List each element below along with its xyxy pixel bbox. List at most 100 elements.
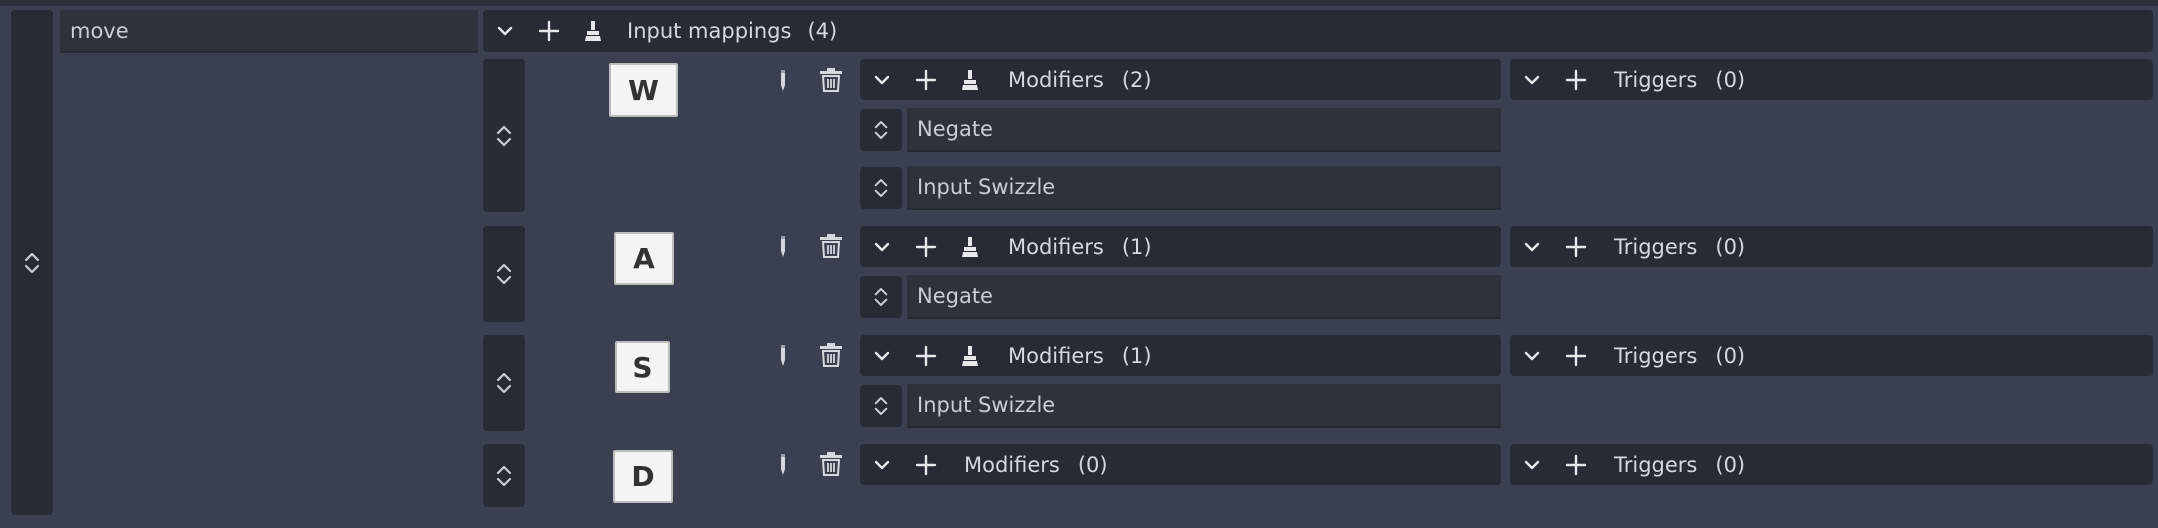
add-modifier-button[interactable] <box>904 226 948 267</box>
collapse-triggers-button[interactable] <box>1510 226 1554 267</box>
chevron-down-icon <box>1524 242 1540 251</box>
action-drag-handle[interactable] <box>11 10 53 515</box>
mapping-drag-handle-a[interactable] <box>483 226 525 322</box>
modifier-field[interactable]: Negate <box>907 108 1501 152</box>
modifiers-label: Modifiers <box>1008 234 1104 259</box>
pencil-icon <box>781 345 785 366</box>
clear-modifiers-button[interactable] <box>948 335 992 376</box>
key-label: A <box>633 242 655 275</box>
broom-icon <box>585 21 601 41</box>
edit-mapping-button-d[interactable] <box>770 452 796 478</box>
collapse-modifiers-button[interactable] <box>860 59 904 100</box>
triggers-count: (0) <box>1715 234 1746 259</box>
collapse-modifiers-button[interactable] <box>860 444 904 485</box>
modifiers-header-d: Modifiers (0) <box>860 444 1501 485</box>
collapse-triggers-button[interactable] <box>1510 335 1554 376</box>
modifier-drag-handle[interactable] <box>860 109 902 151</box>
input-mappings-count: (4) <box>807 19 838 43</box>
delete-mapping-button-s[interactable] <box>816 341 846 369</box>
drag-updown-icon <box>874 288 888 306</box>
drag-updown-icon <box>496 372 512 394</box>
add-modifier-button[interactable] <box>904 335 948 376</box>
key-label: W <box>628 73 659 107</box>
delete-mapping-button-w[interactable] <box>816 66 846 94</box>
modifier-field[interactable]: Input Swizzle <box>907 166 1501 210</box>
key-button-d[interactable]: D <box>613 450 673 503</box>
collapse-triggers-button[interactable] <box>1510 59 1554 100</box>
key-button-w[interactable]: W <box>609 63 678 117</box>
trash-icon <box>820 68 842 92</box>
chevron-down-icon <box>1524 351 1540 360</box>
chevron-down-icon <box>874 75 890 84</box>
add-modifier-button[interactable] <box>904 444 948 485</box>
delete-mapping-button-d[interactable] <box>816 450 846 478</box>
pencil-icon <box>781 70 785 91</box>
plus-icon <box>915 236 937 257</box>
add-trigger-button[interactable] <box>1554 59 1598 100</box>
chevron-down-icon <box>874 460 890 469</box>
modifiers-label: Modifiers <box>964 452 1060 477</box>
triggers-label: Triggers <box>1614 234 1698 259</box>
modifiers-count: (1) <box>1121 343 1152 368</box>
collapse-modifiers-button[interactable] <box>860 335 904 376</box>
modifiers-count: (0) <box>1077 452 1108 477</box>
add-trigger-button[interactable] <box>1554 226 1598 267</box>
clear-mappings-button[interactable] <box>571 10 615 52</box>
chevron-down-icon <box>874 242 890 251</box>
key-button-s[interactable]: S <box>615 341 670 393</box>
input-mappings-label: Input mappings <box>627 19 792 43</box>
plus-icon <box>915 454 937 475</box>
edit-mapping-button-w[interactable] <box>770 68 796 94</box>
delete-mapping-button-a[interactable] <box>816 232 846 260</box>
drag-updown-icon <box>496 465 512 486</box>
trash-icon <box>820 234 842 258</box>
collapse-triggers-button[interactable] <box>1510 444 1554 485</box>
plus-icon <box>1565 454 1587 475</box>
edit-mapping-button-s[interactable] <box>770 343 796 369</box>
trash-icon <box>820 452 842 476</box>
triggers-count: (0) <box>1715 343 1746 368</box>
chevron-down-icon <box>874 351 890 360</box>
action-name-field[interactable]: move <box>60 10 478 53</box>
modifier-drag-handle[interactable] <box>860 276 902 318</box>
clear-modifiers-button[interactable] <box>948 59 992 100</box>
key-button-a[interactable]: A <box>614 232 674 285</box>
triggers-header-d: Triggers (0) <box>1510 444 2153 485</box>
input-mappings-header: Input mappings (4) <box>483 10 2153 52</box>
modifiers-label: Modifiers <box>1008 343 1104 368</box>
modifier-drag-handle[interactable] <box>860 167 902 209</box>
clear-modifiers-button[interactable] <box>948 226 992 267</box>
drag-updown-icon <box>24 252 40 273</box>
modifier-field[interactable]: Negate <box>907 275 1501 319</box>
drag-updown-icon <box>874 121 888 139</box>
key-label: D <box>631 460 655 493</box>
add-trigger-button[interactable] <box>1554 444 1598 485</box>
collapse-mappings-button[interactable] <box>483 10 527 52</box>
triggers-label: Triggers <box>1614 67 1698 92</box>
triggers-label: Triggers <box>1614 452 1698 477</box>
add-mapping-button[interactable] <box>527 10 571 52</box>
broom-icon <box>962 236 978 257</box>
edit-mapping-button-a[interactable] <box>770 234 796 260</box>
drag-updown-icon <box>496 263 512 285</box>
modifier-field[interactable]: Input Swizzle <box>907 384 1501 428</box>
modifiers-header-a: Modifiers (1) <box>860 226 1501 267</box>
add-trigger-button[interactable] <box>1554 335 1598 376</box>
triggers-label: Triggers <box>1614 343 1698 368</box>
add-modifier-button[interactable] <box>904 59 948 100</box>
plus-icon <box>538 20 560 42</box>
collapse-modifiers-button[interactable] <box>860 226 904 267</box>
pencil-icon <box>781 236 785 257</box>
plus-icon <box>1565 345 1587 366</box>
mapping-drag-handle-d[interactable] <box>483 444 525 507</box>
mapping-drag-handle-s[interactable] <box>483 335 525 431</box>
mapping-drag-handle-w[interactable] <box>483 59 525 212</box>
triggers-count: (0) <box>1715 452 1746 477</box>
plus-icon <box>915 69 937 90</box>
modifier-drag-handle[interactable] <box>860 385 902 427</box>
key-label: S <box>632 350 653 384</box>
chevron-down-icon <box>497 26 513 36</box>
drag-updown-icon <box>874 179 888 197</box>
chevron-down-icon <box>1524 460 1540 469</box>
broom-icon <box>962 69 978 90</box>
